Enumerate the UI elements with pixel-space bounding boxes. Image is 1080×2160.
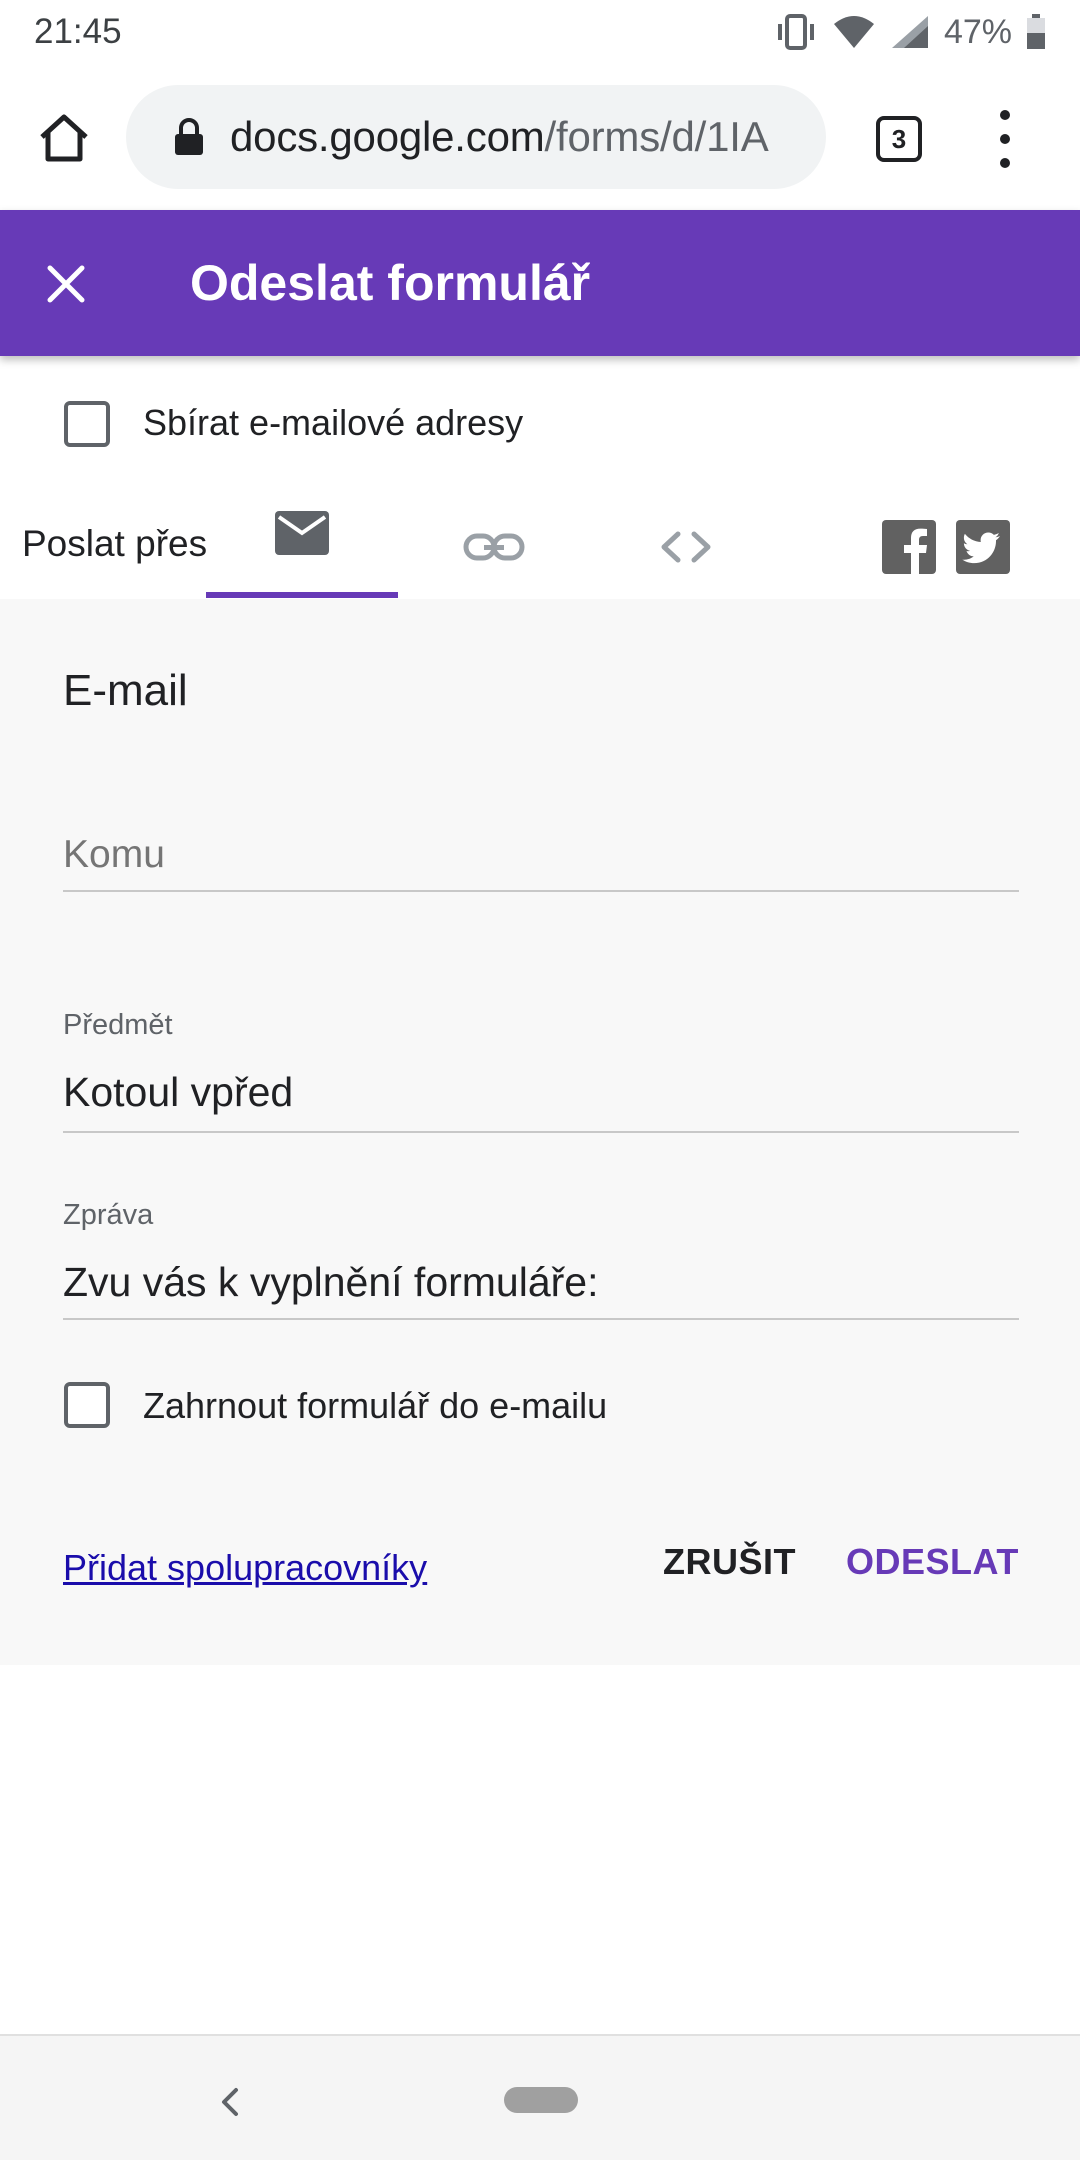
include-form-checkbox[interactable]	[64, 1382, 110, 1428]
back-icon[interactable]	[216, 2082, 246, 2122]
facebook-icon[interactable]	[882, 520, 936, 574]
collect-emails-label: Sbírat e-mailové adresy	[143, 402, 524, 443]
to-underline	[63, 890, 1019, 892]
send-button[interactable]: ODESLAT	[846, 1541, 1019, 1583]
battery-percent: 47%	[943, 12, 1012, 51]
browser-toolbar: docs.google.com/forms/d/1IA 3	[0, 66, 1080, 210]
dialog-header: Odeslat formulář	[0, 210, 1080, 356]
lock-icon	[175, 118, 203, 155]
add-collaborators-link[interactable]: Přidat spolupracovníky	[63, 1547, 427, 1589]
message-input[interactable]: Zvu vás k vyplnění formuláře:	[63, 1259, 598, 1306]
battery-icon	[1027, 14, 1045, 49]
system-navigation-bar	[0, 2034, 1080, 2160]
email-panel: E-mail Předmět Kotoul vpřed Zpráva Zvu v…	[0, 599, 1080, 1665]
collect-emails-checkbox[interactable]	[64, 401, 110, 447]
status-icons: 47%	[774, 10, 1046, 54]
vibrate-icon	[777, 14, 814, 50]
send-via-label: Poslat přes	[22, 523, 208, 564]
wifi-icon	[833, 16, 874, 48]
include-form-label: Zahrnout formulář do e-mailu	[143, 1385, 608, 1426]
tab-switcher-button[interactable]: 3	[876, 116, 922, 162]
url-path: /forms/d/1IA	[544, 113, 769, 160]
home-pill[interactable]	[504, 2087, 578, 2113]
cancel-button[interactable]: ZRUŠIT	[663, 1541, 796, 1583]
url-domain: docs.google.com	[230, 113, 545, 160]
link-icon[interactable]	[454, 512, 534, 582]
subject-input[interactable]: Kotoul vpřed	[63, 1069, 293, 1116]
subject-label: Předmět	[63, 1009, 173, 1041]
dialog-title: Odeslat formulář	[190, 255, 591, 311]
email-panel-title: E-mail	[63, 666, 188, 715]
signal-icon	[891, 16, 928, 48]
overflow-menu-icon[interactable]	[990, 110, 1020, 168]
status-time: 21:45	[34, 12, 122, 51]
selected-tab-indicator	[206, 592, 398, 598]
url-text: docs.google.com/forms/d/1IA	[230, 113, 790, 161]
subject-underline	[63, 1131, 1019, 1133]
status-bar: 21:45 47%	[0, 0, 1080, 66]
tab-email[interactable]	[206, 510, 398, 596]
envelope-icon	[275, 511, 329, 555]
embed-code-icon[interactable]	[650, 512, 722, 582]
message-underline	[63, 1318, 1019, 1320]
address-bar[interactable]: docs.google.com/forms/d/1IA	[126, 85, 826, 189]
to-input[interactable]	[63, 825, 1019, 885]
twitter-icon[interactable]	[956, 520, 1010, 574]
close-icon[interactable]	[36, 254, 96, 314]
message-label: Zpráva	[63, 1199, 154, 1231]
home-icon	[40, 114, 88, 162]
home-button[interactable]	[30, 104, 98, 172]
